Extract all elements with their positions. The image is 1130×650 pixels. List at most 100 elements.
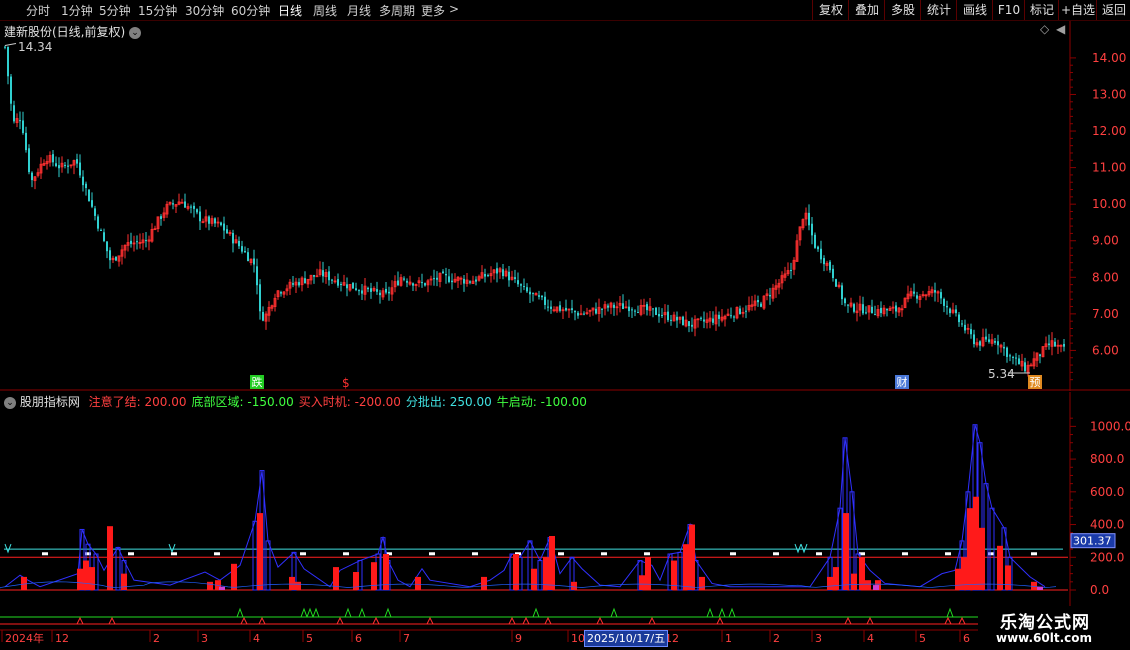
red-bar bbox=[859, 557, 865, 590]
toolbar-btn-2[interactable]: 多股 bbox=[884, 0, 921, 20]
red-bar bbox=[833, 567, 839, 590]
red-bar bbox=[207, 581, 213, 590]
candle-body bbox=[103, 232, 105, 242]
red-up-triangle bbox=[240, 616, 248, 625]
candle-body bbox=[970, 329, 972, 335]
candle-body bbox=[661, 314, 663, 316]
toolbar-btn-6[interactable]: 标记 bbox=[1024, 0, 1059, 20]
candle-body bbox=[880, 307, 882, 314]
candle-body bbox=[358, 290, 360, 292]
toolbar-btn-7[interactable]: +自选 bbox=[1058, 0, 1097, 20]
indicator-field-label: 买入时机: bbox=[298, 395, 351, 409]
red-up-triangle bbox=[372, 616, 380, 625]
indicator-chart-panel[interactable]: 1000.0 800.0 600.0 400.0 200.0 0.0 301.37 2024年… bbox=[0, 392, 1130, 650]
white-dash-marker bbox=[601, 552, 607, 556]
candle-body bbox=[628, 306, 630, 312]
candle-body bbox=[517, 280, 519, 285]
white-dash-marker bbox=[945, 552, 951, 556]
period-8[interactable]: 月线 bbox=[347, 2, 371, 19]
chevron-down-icon[interactable]: ⌄ bbox=[129, 26, 142, 39]
more-arrow-icon[interactable]: > bbox=[449, 2, 459, 16]
candle-body bbox=[1009, 355, 1011, 357]
candle-body bbox=[208, 216, 210, 224]
toolbar-btn-3[interactable]: 统计 bbox=[920, 0, 957, 20]
red-up-triangle bbox=[716, 616, 724, 625]
time-axis-label: 6 bbox=[355, 632, 362, 645]
candle-body bbox=[85, 183, 87, 189]
candle-body bbox=[376, 289, 378, 292]
red-bar bbox=[77, 568, 83, 590]
magenta-bar bbox=[873, 585, 879, 590]
blue-hollow-bar bbox=[265, 540, 271, 591]
indicator-field-1: 底部区域: -150.00 bbox=[192, 395, 294, 409]
toolbar-btn-4[interactable]: 画线 bbox=[956, 0, 993, 20]
red-up-triangle bbox=[336, 616, 344, 625]
candle-body bbox=[646, 304, 648, 311]
period-10[interactable]: 更多 bbox=[421, 2, 445, 19]
time-axis-label: 12 bbox=[55, 632, 69, 645]
candle-body bbox=[583, 313, 585, 315]
white-dash-marker bbox=[988, 552, 994, 556]
period-0[interactable]: 分时 bbox=[26, 2, 50, 19]
candle-body bbox=[730, 315, 732, 317]
candle-body bbox=[574, 311, 576, 313]
chevron-left-icon[interactable]: ◀ bbox=[1056, 22, 1065, 36]
red-up-triangle bbox=[544, 616, 552, 625]
indicator-field-value: 200.00 bbox=[140, 395, 187, 409]
candle-body bbox=[964, 324, 966, 331]
indicator-field-0: 注意了结: 200.00 bbox=[89, 395, 187, 409]
cyan-v-marker bbox=[4, 543, 12, 554]
candle-body bbox=[67, 165, 69, 167]
red-bar bbox=[851, 573, 857, 590]
event-marker-text: 财 bbox=[897, 375, 908, 389]
toolbar-btn-8[interactable]: 返回 bbox=[1096, 0, 1130, 20]
candle-body bbox=[940, 292, 942, 299]
period-5[interactable]: 60分钟 bbox=[231, 2, 270, 19]
white-dash-marker bbox=[902, 552, 908, 556]
toolbar-btn-0[interactable]: 复权 bbox=[812, 0, 849, 20]
candle-body bbox=[691, 324, 693, 327]
period-3[interactable]: 15分钟 bbox=[138, 2, 177, 19]
event-marker-3[interactable]: 预 bbox=[1028, 375, 1042, 389]
white-dash-marker bbox=[343, 552, 349, 556]
indicator-title: 股朋指标网 bbox=[19, 395, 80, 409]
candlestick-series bbox=[4, 42, 1065, 377]
candle-body bbox=[745, 310, 747, 312]
event-marker-1[interactable]: $ bbox=[342, 376, 350, 390]
price-tick-label: 7.00 bbox=[1092, 307, 1119, 321]
red-up-triangle bbox=[844, 616, 852, 625]
toolbar-btn-1[interactable]: 叠加 bbox=[848, 0, 885, 20]
candle-body bbox=[703, 319, 705, 322]
candle-body bbox=[100, 229, 102, 231]
green-up-triangle bbox=[300, 607, 308, 618]
time-axis-label: 3 bbox=[815, 632, 822, 645]
indicator-header: ⌄ 股朋指标网 注意了结: 200.00 底部区域: -150.00 买入时机: -… bbox=[4, 393, 587, 410]
chevron-down-icon[interactable]: ⌄ bbox=[4, 396, 16, 409]
candle-body bbox=[1012, 356, 1014, 358]
candle-body bbox=[115, 256, 117, 261]
candle-body bbox=[682, 316, 684, 326]
indicator-field-label: 注意了结: bbox=[88, 395, 141, 409]
candle-body bbox=[337, 279, 339, 286]
red-bar bbox=[513, 554, 519, 590]
period-2[interactable]: 5分钟 bbox=[99, 2, 131, 19]
period-6[interactable]: 日线 bbox=[278, 2, 302, 19]
indicator-field-2: 买入时机: -200.00 bbox=[299, 395, 401, 409]
period-9[interactable]: 多周期 bbox=[379, 2, 415, 19]
candle-body bbox=[874, 314, 876, 316]
candle-body bbox=[520, 284, 522, 286]
candle-body bbox=[871, 306, 873, 314]
price-chart-panel[interactable]: 14.00 13.00 12.00 11.00 10.00 9.00 8.00 7.00 6.0… bbox=[0, 21, 1130, 391]
diamond-icon[interactable]: ◇ bbox=[1040, 22, 1049, 36]
candle-body bbox=[193, 205, 195, 209]
period-4[interactable]: 30分钟 bbox=[185, 2, 224, 19]
event-marker-0[interactable]: 跌 bbox=[250, 375, 264, 389]
candle-body bbox=[244, 251, 246, 253]
candle-body bbox=[1039, 354, 1041, 357]
candle-body bbox=[397, 280, 399, 286]
toolbar-btn-5[interactable]: F10 bbox=[992, 0, 1025, 20]
event-marker-2[interactable]: 财 bbox=[895, 375, 909, 389]
candle-body bbox=[31, 172, 33, 181]
period-7[interactable]: 周线 bbox=[313, 2, 337, 19]
period-1[interactable]: 1分钟 bbox=[61, 2, 93, 19]
